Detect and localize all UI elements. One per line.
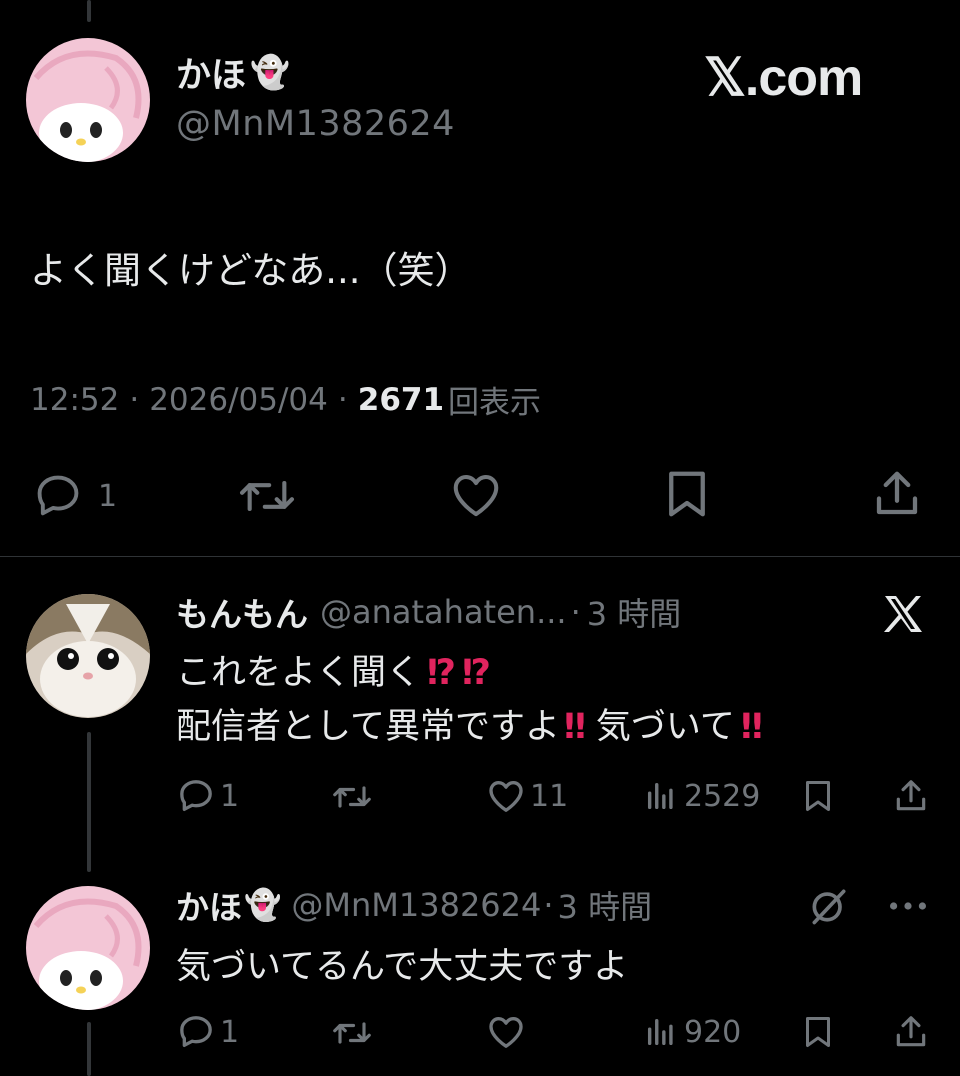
reply1-like-count: 11 bbox=[530, 778, 569, 814]
xcom-watermark: 𝕏.com bbox=[704, 49, 863, 107]
ghost-emoji-icon: 👻 bbox=[250, 53, 290, 91]
reply-button[interactable]: 1 bbox=[28, 470, 117, 522]
reply1-header: もんもん @anatahaten... · 3 時間 bbox=[176, 589, 682, 635]
author-display-name: かほ bbox=[176, 55, 247, 96]
reply1-like-button[interactable]: 11 bbox=[486, 776, 568, 816]
share-icon bbox=[876, 471, 918, 515]
reply1-handle[interactable]: @anatahaten... bbox=[320, 593, 567, 631]
reply1-line2-text-a: 配信者として異常ですよ bbox=[176, 707, 560, 747]
reply2-views-button[interactable]: 920 bbox=[644, 1012, 741, 1052]
reply2-reply-count: 1 bbox=[220, 1014, 240, 1050]
reply1-reply-count: 1 bbox=[220, 778, 240, 814]
reply2-retweet-button[interactable] bbox=[330, 1014, 374, 1052]
bookmark-icon bbox=[806, 781, 830, 811]
retweet-icon bbox=[240, 480, 294, 512]
main-post-meta: 12:52 · 2026/05/04 · 2671 回表示 bbox=[30, 377, 541, 422]
x-logo-icon bbox=[878, 590, 928, 642]
reply1-line2: 配信者として異常ですよ ‼ 気づいて ‼ bbox=[176, 700, 763, 754]
bookmark-icon bbox=[806, 1017, 830, 1047]
reply1-display-name[interactable]: もんもん bbox=[176, 588, 308, 636]
post-time[interactable]: 12:52 bbox=[30, 382, 119, 418]
retweet-icon bbox=[333, 786, 371, 808]
main-post-author[interactable]: かほ 👻 bbox=[176, 50, 290, 96]
share-icon bbox=[896, 1016, 926, 1047]
bookmark-button[interactable] bbox=[660, 466, 714, 522]
reply2-like-button[interactable] bbox=[486, 1012, 526, 1052]
reply2-handle[interactable]: @MnM1382624 bbox=[291, 886, 541, 924]
reply2-text: 気づいてるんで大丈夫ですよ bbox=[176, 947, 629, 987]
heart-icon bbox=[453, 474, 499, 517]
divider bbox=[0, 556, 960, 557]
main-post-text: よく聞くけどなあ...（笑） bbox=[30, 249, 472, 292]
reply1-line1: これをよく聞く ⁉⁉ bbox=[176, 646, 763, 700]
reply2-bookmark-button[interactable] bbox=[800, 1012, 836, 1052]
share-button[interactable] bbox=[870, 466, 924, 522]
meta-separator: · bbox=[337, 381, 348, 418]
reply1-retweet-button[interactable] bbox=[330, 778, 374, 816]
more-options-icon[interactable] bbox=[886, 888, 930, 928]
avatar-monmon-image bbox=[26, 594, 150, 718]
reply2-share-button[interactable] bbox=[892, 1012, 930, 1052]
like-button[interactable] bbox=[446, 468, 506, 522]
thread-connector bbox=[87, 732, 91, 872]
thread-connector-top bbox=[87, 0, 91, 22]
reply1-reply-button[interactable]: 1 bbox=[176, 776, 239, 816]
reply1-time[interactable]: 3 時間 bbox=[587, 589, 682, 635]
reply2-header: かほ 👻 @MnM1382624 · 3 時間 bbox=[176, 881, 653, 929]
meta-separator: · bbox=[543, 886, 554, 924]
reply2-views-count: 920 bbox=[684, 1014, 742, 1050]
meta-separator: · bbox=[570, 593, 581, 631]
reply1-text: これをよく聞く ⁉⁉ 配信者として異常ですよ ‼ 気づいて ‼ bbox=[176, 646, 763, 754]
double-exclamation-emoji-icon: ‼ bbox=[563, 707, 586, 747]
share-icon bbox=[896, 780, 926, 811]
views-chart-icon bbox=[647, 782, 673, 810]
bookmark-icon bbox=[669, 471, 705, 517]
avatar-kaho-image bbox=[26, 38, 150, 162]
reply1-share-button[interactable] bbox=[892, 776, 930, 816]
reply1-bookmark-button[interactable] bbox=[800, 776, 836, 816]
grok-icon[interactable] bbox=[806, 884, 852, 932]
reply1-line2-text-b: 気づいて bbox=[595, 707, 735, 747]
reply1-line1-text: これをよく聞く bbox=[176, 653, 422, 693]
reply2-reply-button[interactable]: 1 bbox=[176, 1012, 239, 1052]
reply2-time[interactable]: 3 時間 bbox=[558, 882, 653, 928]
reply1-views-count: 2529 bbox=[684, 778, 761, 814]
ghost-emoji-icon: 👻 bbox=[244, 887, 282, 923]
heart-icon bbox=[489, 1017, 523, 1048]
retweet-button[interactable] bbox=[232, 470, 302, 522]
reply-icon bbox=[180, 1016, 212, 1047]
reply1-views-button[interactable]: 2529 bbox=[644, 776, 760, 816]
avatar-kaho-image bbox=[26, 886, 150, 1010]
avatar-kaho[interactable] bbox=[26, 38, 150, 162]
double-exclamation-emoji-icon: ‼ bbox=[740, 707, 763, 747]
reply2-display-name[interactable]: かほ bbox=[176, 881, 242, 929]
thread-connector bbox=[87, 1022, 91, 1076]
heart-icon bbox=[489, 781, 523, 812]
reply-count: 1 bbox=[98, 478, 118, 514]
reply-icon bbox=[37, 475, 79, 516]
author-handle[interactable]: @MnM1382624 bbox=[176, 104, 455, 144]
avatar-kaho[interactable] bbox=[26, 886, 150, 1010]
views-label: 回表示 bbox=[448, 385, 542, 421]
avatar-monmon[interactable] bbox=[26, 594, 150, 718]
reply-icon bbox=[180, 780, 212, 811]
interrobang-emoji-icon: ⁉⁉ bbox=[427, 653, 498, 693]
meta-separator: · bbox=[129, 381, 140, 418]
views-chart-icon bbox=[647, 1018, 673, 1046]
retweet-icon bbox=[333, 1022, 371, 1044]
views-count[interactable]: 2671 bbox=[358, 382, 444, 418]
post-date[interactable]: 2026/05/04 bbox=[149, 382, 328, 418]
